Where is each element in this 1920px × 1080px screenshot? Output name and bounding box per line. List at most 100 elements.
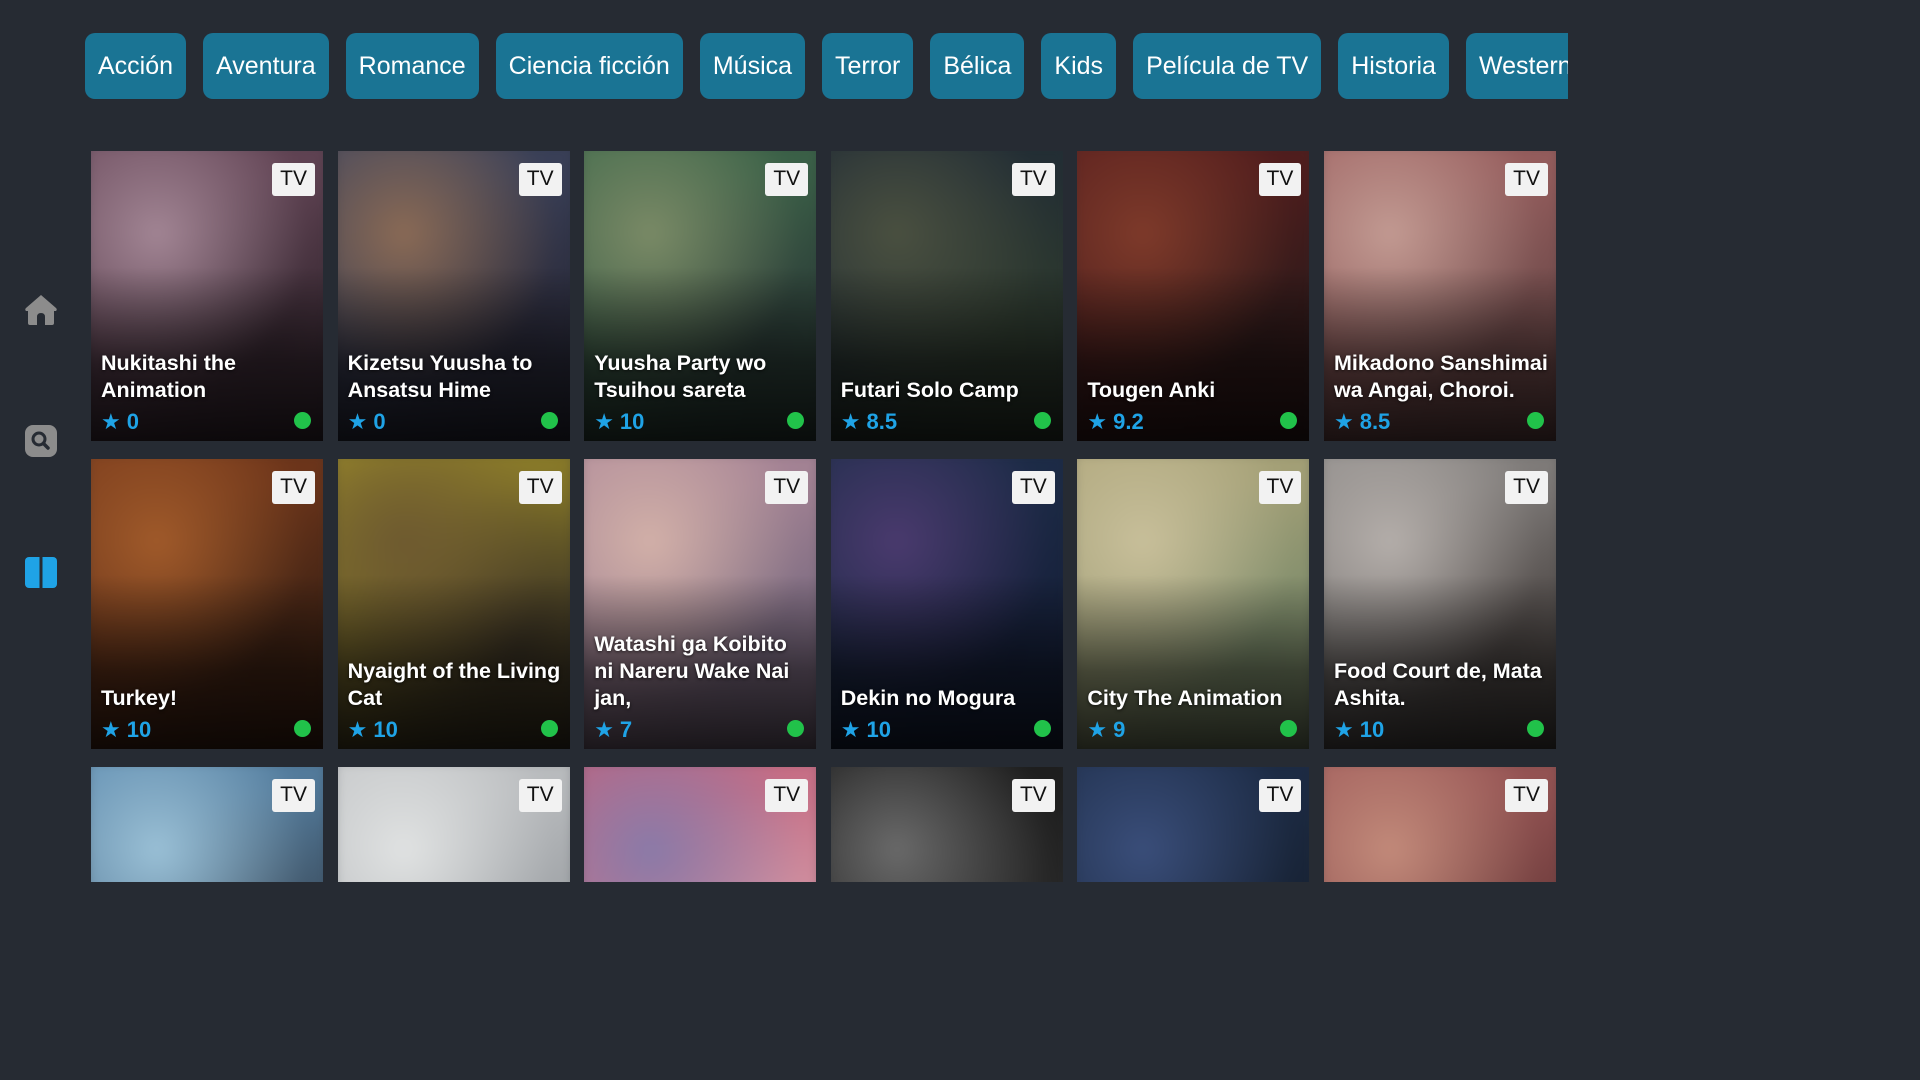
rating-value: 0 — [373, 409, 386, 434]
type-badge: TV — [1505, 779, 1548, 812]
anime-card[interactable]: TV Futari Solo Camp ★ 8.5 — [830, 151, 1063, 441]
rating-value: 9 — [1113, 717, 1126, 742]
genre-chip[interactable]: Western — [1465, 33, 1568, 99]
card-title: Nukitashi the Animation — [101, 351, 236, 402]
type-badge: TV — [518, 163, 562, 196]
genre-chip[interactable]: Historia — [1338, 33, 1449, 99]
card-rating: ★ 7 — [594, 717, 632, 743]
status-dot — [294, 412, 311, 429]
type-badge: TV — [518, 471, 562, 504]
content-grid: TV Nukitashi the Animation ★ 0 TV Kizetsu Yuu… — [91, 151, 1556, 882]
rating-value: 0 — [126, 409, 139, 434]
type-badge: TV — [518, 779, 562, 812]
rating-value: 10 — [866, 717, 891, 742]
rating-value: 10 — [126, 717, 152, 742]
genre-chip[interactable]: Bélica — [930, 33, 1025, 99]
anime-card[interactable]: TV Mikadono Sanshimai wa Angai, Choroi. ★ 8… — [1323, 151, 1556, 441]
genre-chip[interactable]: Acción — [85, 33, 187, 99]
library-button[interactable] — [22, 553, 60, 591]
type-badge: TV — [765, 779, 809, 812]
card-rating: ★ 9.2 — [1087, 409, 1143, 435]
rating-value: 8.5 — [1359, 409, 1391, 434]
anime-card[interactable]: TV Tougen Anki ★ 9.2 — [1077, 151, 1310, 441]
search-button[interactable] — [22, 422, 60, 460]
anime-card[interactable]: TV Nukitashi the Animation ★ 0 — [91, 151, 323, 441]
anime-card[interactable]: TV City The Animation ★ 9 — [1077, 459, 1310, 749]
star-icon: ★ — [1087, 409, 1108, 434]
rating-value: 10 — [373, 717, 398, 742]
genre-chip[interactable]: Aventura — [203, 33, 329, 99]
genre-chip-bar: Acción Aventura Romance Ciencia ficción Músi… — [85, 33, 1568, 99]
card-title: Nyaight of the Living Cat — [347, 659, 561, 710]
genre-chip[interactable]: Terror — [822, 33, 914, 99]
genre-chip[interactable]: Ciencia ficción — [495, 33, 683, 99]
star-icon: ★ — [594, 409, 614, 434]
anime-card[interactable]: TV — [337, 767, 570, 882]
status-dot — [1526, 412, 1544, 429]
type-badge: TV — [765, 163, 809, 196]
genre-chip[interactable]: Kids — [1041, 33, 1117, 99]
rating-value: 9.2 — [1113, 409, 1144, 434]
star-icon: ★ — [101, 717, 121, 742]
library-icon — [25, 557, 57, 588]
anime-card[interactable]: TV Turkey! ★ 10 — [91, 459, 323, 749]
anime-card[interactable]: TV Kizetsu Yuusha to Ansatsu Hime ★ 0 — [337, 151, 570, 441]
search-icon — [25, 425, 57, 457]
card-rating: ★ 9 — [1087, 717, 1125, 743]
anime-card[interactable]: TV Food Court de, Mata Ashita. ★ 10 — [1323, 459, 1556, 749]
anime-card[interactable]: TV — [830, 767, 1063, 882]
app: Acción Aventura Romance Ciencia ficción Músi… — [0, 0, 1568, 882]
genre-chip[interactable]: Romance — [345, 33, 479, 99]
card-title: Food Court de, Mata Ashita. — [1333, 659, 1542, 710]
anime-card[interactable]: TV — [1077, 767, 1310, 882]
card-rating: ★ 8.5 — [1334, 409, 1390, 435]
anime-card[interactable]: TV Nyaight of the Living Cat ★ 10 — [337, 459, 570, 749]
anime-card[interactable]: TV — [91, 767, 323, 882]
genre-chip[interactable]: Película de TV — [1133, 33, 1322, 99]
anime-card[interactable]: TV Watashi ga Koibito ni Nareru Wake Nai … — [584, 459, 817, 749]
card-title: Yuusha Party wo Tsuihou sareta — [594, 351, 767, 402]
type-badge: TV — [765, 471, 809, 504]
type-badge: TV — [272, 163, 315, 196]
rating-value: 10 — [1359, 717, 1385, 742]
home-button[interactable] — [22, 291, 60, 329]
type-badge: TV — [1258, 471, 1302, 504]
card-title: Futari Solo Camp — [840, 378, 1019, 402]
star-icon: ★ — [347, 717, 368, 742]
anime-card[interactable]: TV — [1323, 767, 1556, 882]
card-title: Mikadono Sanshimai wa Angai, Choroi. — [1333, 351, 1548, 402]
anime-card[interactable]: TV Yuusha Party wo Tsuihou sareta ★ 10 — [584, 151, 817, 441]
card-title: Turkey! — [101, 686, 178, 710]
card-title: Kizetsu Yuusha to Ansatsu Hime — [347, 351, 533, 402]
sidebar — [0, 0, 82, 882]
card-rating: ★ 0 — [101, 409, 139, 435]
rating-value: 7 — [619, 717, 633, 742]
status-dot — [1033, 720, 1051, 737]
card-rating: ★ 0 — [348, 409, 386, 435]
status-dot — [1033, 412, 1051, 429]
status-dot — [540, 412, 558, 429]
card-rating: ★ 10 — [348, 717, 398, 743]
status-dot — [1526, 720, 1544, 737]
card-title: Watashi ga Koibito ni Nareru Wake Nai ja… — [594, 632, 790, 710]
star-icon: ★ — [1333, 717, 1354, 742]
card-rating: ★ 10 — [101, 717, 151, 743]
card-title: Dekin no Mogura — [840, 686, 1016, 710]
card-title: Tougen Anki — [1087, 378, 1216, 402]
star-icon: ★ — [347, 409, 368, 434]
anime-card[interactable]: TV Dekin no Mogura ★ 10 — [830, 459, 1063, 749]
type-badge: TV — [1011, 471, 1055, 504]
home-icon — [25, 295, 57, 325]
star-icon: ★ — [1333, 409, 1354, 434]
star-icon: ★ — [1087, 717, 1108, 742]
star-icon: ★ — [101, 409, 121, 434]
type-badge: TV — [1011, 779, 1055, 812]
card-rating: ★ 10 — [1334, 717, 1384, 743]
type-badge: TV — [1258, 779, 1302, 812]
anime-card[interactable]: TV — [584, 767, 817, 882]
rating-value: 10 — [619, 409, 645, 434]
type-badge: TV — [272, 471, 315, 504]
type-badge: TV — [272, 779, 315, 812]
type-badge: TV — [1258, 163, 1302, 196]
genre-chip[interactable]: Música — [699, 33, 806, 99]
